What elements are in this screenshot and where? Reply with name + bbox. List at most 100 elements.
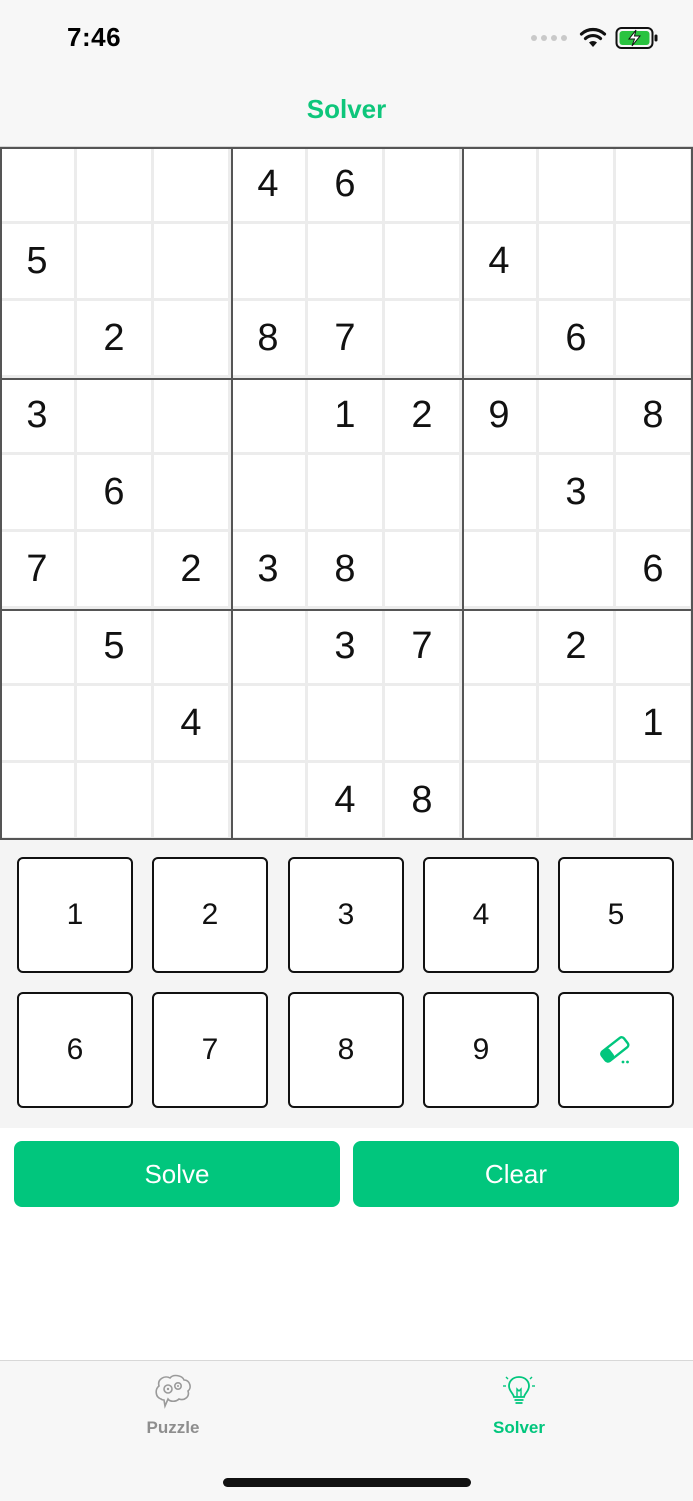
- grid-cell[interactable]: [308, 455, 385, 532]
- grid-cell[interactable]: 4: [231, 147, 308, 224]
- key-4[interactable]: 4: [423, 857, 539, 973]
- grid-cell[interactable]: [154, 763, 231, 840]
- grid-cell[interactable]: [231, 378, 308, 455]
- clear-button[interactable]: Clear: [353, 1141, 679, 1207]
- tab-puzzle-label: Puzzle: [146, 1418, 200, 1437]
- grid-cell[interactable]: 2: [385, 378, 462, 455]
- grid-cell[interactable]: [616, 301, 693, 378]
- lightbulb-icon: [503, 1376, 535, 1404]
- tab-solver[interactable]: Solver: [459, 1373, 579, 1438]
- grid-cell[interactable]: [385, 532, 462, 609]
- grid-cell[interactable]: [154, 378, 231, 455]
- grid-cell[interactable]: [0, 455, 77, 532]
- grid-cell[interactable]: [462, 686, 539, 763]
- solve-button[interactable]: Solve: [14, 1141, 340, 1207]
- grid-cell[interactable]: [0, 301, 77, 378]
- grid-cell[interactable]: 6: [539, 301, 616, 378]
- grid-cell[interactable]: [385, 224, 462, 301]
- grid-cell[interactable]: [616, 609, 693, 686]
- grid-cell[interactable]: [385, 301, 462, 378]
- grid-cell[interactable]: 3: [231, 532, 308, 609]
- grid-cell[interactable]: 8: [308, 532, 385, 609]
- grid-cell[interactable]: [308, 686, 385, 763]
- grid-cell[interactable]: [385, 455, 462, 532]
- grid-cell[interactable]: [539, 763, 616, 840]
- grid-cell[interactable]: [231, 686, 308, 763]
- grid-cell[interactable]: [231, 609, 308, 686]
- grid-cell[interactable]: 7: [308, 301, 385, 378]
- grid-cell[interactable]: 8: [616, 378, 693, 455]
- grid-cell[interactable]: 9: [462, 378, 539, 455]
- grid-cell[interactable]: [154, 224, 231, 301]
- grid-cell[interactable]: [385, 686, 462, 763]
- grid-cell[interactable]: [462, 609, 539, 686]
- key-9[interactable]: 9: [423, 992, 539, 1108]
- grid-cell[interactable]: [539, 378, 616, 455]
- grid-cell[interactable]: [154, 301, 231, 378]
- top-bar: 7:46 Solver: [0, 0, 693, 147]
- key-7[interactable]: 7: [152, 992, 268, 1108]
- grid-cell[interactable]: [616, 224, 693, 301]
- grid-cell[interactable]: [462, 301, 539, 378]
- grid-cell[interactable]: [385, 147, 462, 224]
- grid-cell[interactable]: [0, 609, 77, 686]
- grid-cell[interactable]: [77, 763, 154, 840]
- grid-cell[interactable]: [539, 532, 616, 609]
- grid-cell[interactable]: 4: [462, 224, 539, 301]
- grid-cell[interactable]: 6: [77, 455, 154, 532]
- grid-cell[interactable]: [539, 224, 616, 301]
- grid-cell[interactable]: 1: [308, 378, 385, 455]
- grid-cell[interactable]: [154, 147, 231, 224]
- grid-cell[interactable]: 3: [539, 455, 616, 532]
- grid-cell[interactable]: [231, 455, 308, 532]
- grid-cell[interactable]: [0, 147, 77, 224]
- grid-cell[interactable]: 4: [154, 686, 231, 763]
- grid-cell[interactable]: [77, 224, 154, 301]
- erase-button[interactable]: [558, 992, 674, 1108]
- grid-cell[interactable]: 7: [0, 532, 77, 609]
- grid-cell[interactable]: 4: [308, 763, 385, 840]
- status-time: 7:46: [67, 22, 122, 52]
- grid-cell[interactable]: 6: [308, 147, 385, 224]
- grid-cell[interactable]: [616, 455, 693, 532]
- grid-cell[interactable]: [462, 455, 539, 532]
- grid-cell[interactable]: 5: [0, 224, 77, 301]
- signal-icon: [531, 35, 567, 41]
- grid-cell[interactable]: 3: [0, 378, 77, 455]
- grid-cell[interactable]: 8: [385, 763, 462, 840]
- key-8[interactable]: 8: [288, 992, 404, 1108]
- tab-puzzle[interactable]: Puzzle: [113, 1373, 233, 1438]
- grid-cell[interactable]: 1: [616, 686, 693, 763]
- grid-cell[interactable]: [462, 532, 539, 609]
- grid-cell[interactable]: [77, 378, 154, 455]
- grid-cell[interactable]: [616, 147, 693, 224]
- grid-cell[interactable]: [77, 532, 154, 609]
- grid-cell[interactable]: [616, 763, 693, 840]
- grid-cell[interactable]: [0, 763, 77, 840]
- grid-cell[interactable]: [77, 686, 154, 763]
- grid-cell[interactable]: 8: [231, 301, 308, 378]
- grid-cell[interactable]: [462, 763, 539, 840]
- key-2[interactable]: 2: [152, 857, 268, 973]
- grid-cell[interactable]: [0, 686, 77, 763]
- grid-cell[interactable]: [462, 147, 539, 224]
- key-5[interactable]: 5: [558, 857, 674, 973]
- grid-cell[interactable]: 7: [385, 609, 462, 686]
- grid-cell[interactable]: [308, 224, 385, 301]
- grid-cell[interactable]: [539, 147, 616, 224]
- key-6[interactable]: 6: [17, 992, 133, 1108]
- grid-cell[interactable]: [154, 455, 231, 532]
- grid-cell[interactable]: [77, 147, 154, 224]
- grid-cell[interactable]: [154, 609, 231, 686]
- key-3[interactable]: 3: [288, 857, 404, 973]
- grid-cell[interactable]: 2: [154, 532, 231, 609]
- grid-cell[interactable]: 2: [539, 609, 616, 686]
- grid-cell[interactable]: [231, 763, 308, 840]
- grid-cell[interactable]: [539, 686, 616, 763]
- grid-cell[interactable]: 5: [77, 609, 154, 686]
- grid-cell[interactable]: 6: [616, 532, 693, 609]
- grid-cell[interactable]: [231, 224, 308, 301]
- grid-cell[interactable]: 2: [77, 301, 154, 378]
- key-1[interactable]: 1: [17, 857, 133, 973]
- grid-cell[interactable]: 3: [308, 609, 385, 686]
